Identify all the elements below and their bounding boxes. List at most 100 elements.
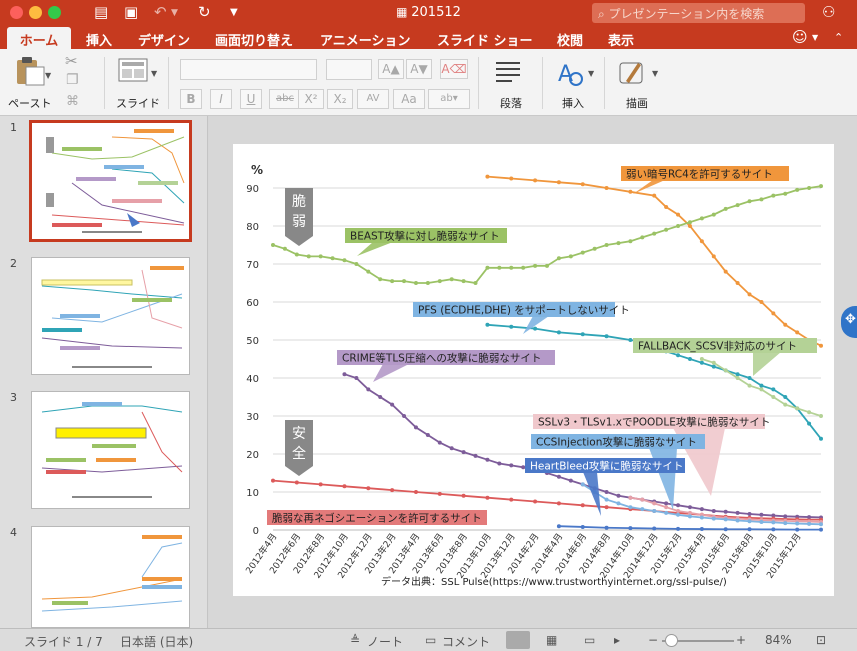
underline-button[interactable]: U (240, 89, 262, 109)
draw-dropdown-icon[interactable]: ▼ (652, 69, 658, 78)
paste-button[interactable]: ペースト (8, 53, 56, 111)
change-case-button[interactable]: Aa (393, 89, 425, 109)
ribbon-toolbar: ペースト ▼ ✂ ❐ ⌘ スライド ▼ A▲ A▼ A⌫ B I U abc X… (0, 49, 857, 116)
clear-formatting-button[interactable]: A⌫ (440, 59, 468, 79)
data-point (318, 482, 323, 487)
insert-button[interactable]: A 挿入 (552, 53, 592, 111)
data-point (771, 395, 776, 399)
bold-button[interactable]: B (180, 89, 202, 109)
tab-design[interactable]: デザイン (138, 30, 190, 49)
data-point (711, 212, 716, 217)
copy-icon[interactable]: ❐ (66, 72, 79, 88)
fit-to-window-icon[interactable]: ⊡ (816, 633, 826, 647)
presenter-view-icon[interactable]: ▸ (614, 633, 620, 647)
data-point (711, 364, 716, 369)
new-slide-button[interactable]: スライド (114, 53, 160, 111)
smiley-feedback-icon[interactable]: ☺ (792, 28, 808, 46)
superscript-button[interactable]: X² (298, 89, 324, 109)
slide-thumbnail-4[interactable] (31, 526, 190, 628)
data-point (330, 256, 335, 261)
format-painter-icon[interactable]: ⌘ (66, 94, 79, 109)
tab-animations[interactable]: アニメーション (320, 30, 410, 49)
tab-view[interactable]: 表示 (608, 30, 634, 49)
slide-canvas[interactable]: 0 10 20 30 40 50 60 70 80 90% 2012年4月 2012年6月 2012年8… (233, 144, 834, 596)
notes-icon[interactable]: ≜ (350, 633, 360, 647)
slide-label: スライド (116, 97, 160, 110)
data-point (413, 425, 418, 430)
data-point (473, 453, 478, 458)
share-icon[interactable]: ⚇ (822, 3, 835, 21)
zoom-in-icon[interactable]: + (736, 633, 746, 647)
data-point (664, 505, 669, 510)
slide-layout-dropdown-icon[interactable]: ▼ (151, 69, 157, 78)
search-input[interactable]: ⌕ プレゼンテーション内を検索 (592, 3, 805, 23)
ribbon-separator (604, 57, 605, 109)
comments-icon[interactable]: ▭ (425, 633, 436, 647)
tab-insert[interactable]: 挿入 (86, 30, 112, 49)
search-icon: ⌕ (598, 7, 609, 21)
increase-font-size-button[interactable]: A▲ (378, 59, 404, 79)
insert-dropdown-icon[interactable]: ▼ (588, 69, 594, 78)
highlight-button[interactable]: ab▾ (428, 89, 470, 109)
slide-thumbnail-pane[interactable]: 1 2 3 4 (0, 116, 208, 628)
clipboard-icon (17, 57, 45, 86)
data-point (461, 279, 466, 284)
data-point (759, 387, 764, 392)
data-point (533, 263, 538, 268)
font-name-select[interactable] (180, 59, 317, 80)
tab-slideshow[interactable]: スライド ショー (437, 30, 533, 49)
slide-thumbnail-1[interactable] (29, 120, 192, 242)
strikethrough-button[interactable]: abc (269, 89, 301, 109)
comments-button[interactable]: コメント (442, 633, 490, 650)
data-point (735, 510, 740, 515)
subscript-button[interactable]: X₂ (327, 89, 353, 109)
zoom-slider-thumb[interactable] (665, 634, 678, 647)
data-point (402, 414, 407, 418)
data-point (592, 246, 597, 251)
reading-view-icon[interactable]: ▭ (584, 633, 595, 647)
tab-transitions[interactable]: 画面切り替え (215, 30, 293, 49)
data-point (783, 514, 788, 519)
font-size-select[interactable] (326, 59, 372, 80)
language-indicator[interactable]: 日本語 (日本) (120, 633, 193, 650)
data-point (699, 216, 704, 221)
slide-sorter-icon[interactable]: ▦ (546, 633, 557, 647)
tab-review[interactable]: 校閲 (557, 30, 583, 49)
insert-shape-icon: A (558, 62, 583, 87)
data-point (616, 493, 621, 498)
data-point (723, 206, 728, 211)
feedback-dropdown-icon[interactable]: ▼ (812, 33, 818, 42)
decrease-font-size-button[interactable]: A▼ (406, 59, 432, 79)
data-point (271, 478, 275, 483)
data-point (640, 235, 645, 240)
normal-view-button[interactable] (506, 631, 530, 649)
data-point (497, 265, 502, 270)
ribbon-tabs: ホーム 挿入 デザイン 画面切り替え アニメーション スライド ショー 校閲 表… (0, 27, 857, 49)
zoom-out-icon[interactable]: − (648, 633, 658, 647)
collapse-ribbon-icon[interactable]: ⌃ (834, 31, 843, 44)
callout-label: 脆弱な再ネゴシエーションを許可するサイト (272, 512, 482, 525)
add-in-handle-icon[interactable]: ✥ (841, 306, 857, 338)
character-spacing-button[interactable]: AV (357, 89, 389, 109)
data-point (521, 465, 526, 470)
y-tick-label: 20 (246, 450, 259, 461)
data-point (807, 421, 812, 426)
data-point (378, 277, 383, 282)
cut-icon[interactable]: ✂ (65, 52, 78, 70)
data-point (604, 497, 609, 502)
slide-thumbnail-2[interactable] (31, 257, 190, 375)
paste-dropdown-icon[interactable]: ▼ (45, 71, 51, 80)
data-point (795, 521, 800, 526)
data-point (580, 182, 585, 187)
thumbnail-chart-preview (41, 402, 183, 498)
draw-button[interactable]: 描画 (614, 53, 654, 111)
notes-button[interactable]: ノート (367, 633, 403, 650)
zoom-level[interactable]: 84% (765, 633, 792, 647)
tab-home[interactable]: ホーム (7, 27, 71, 49)
data-point (819, 414, 823, 418)
data-point (390, 279, 395, 284)
italic-button[interactable]: I (210, 89, 232, 109)
paragraph-button[interactable]: 段落 (490, 53, 530, 111)
slide-thumbnail-3[interactable] (31, 391, 190, 509)
slide-editing-area[interactable]: 0 10 20 30 40 50 60 70 80 90% 2012年4月 2012年6月 2012年8… (209, 116, 857, 628)
